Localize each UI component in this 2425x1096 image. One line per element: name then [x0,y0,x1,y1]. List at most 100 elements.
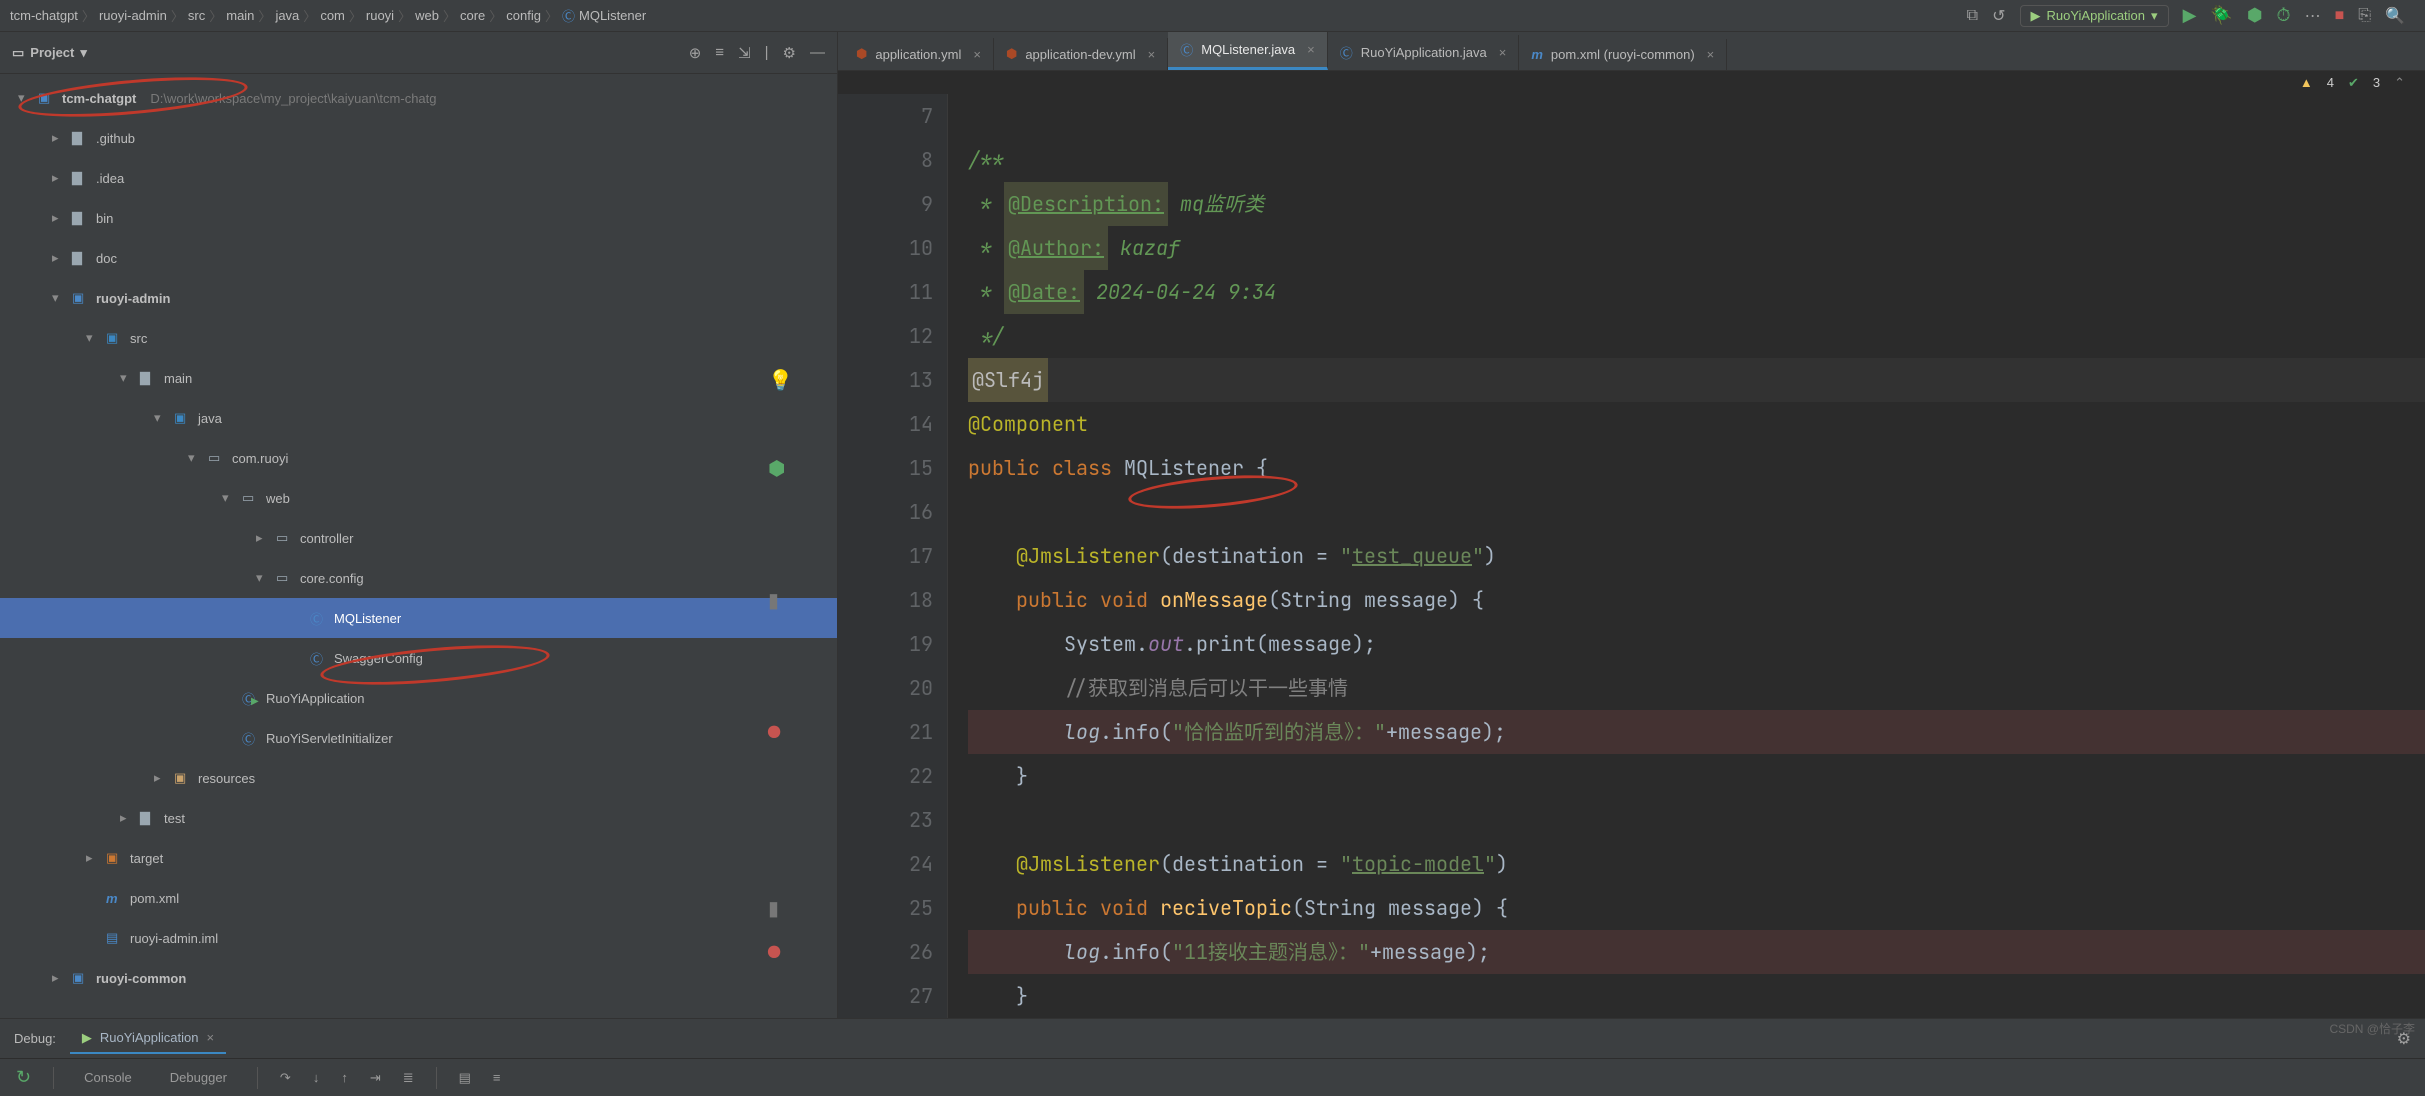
more-icon[interactable]: ≡ [493,1070,501,1085]
tree-item-web[interactable]: ▾▭web [0,478,837,518]
tree-item-mqlistener[interactable]: ⒸMQListener [0,598,837,638]
close-icon[interactable]: × [1499,45,1507,60]
tree-item-target[interactable]: ▸▣target [0,838,837,878]
gutter-line[interactable]: 10 [838,226,933,270]
gutter-line[interactable]: 💡13 [838,358,933,402]
run-config-dropdown[interactable]: ▶ RuoYiApplication ▾ [2020,5,2169,27]
tree-item-test[interactable]: ▸▇test [0,798,837,838]
project-tree[interactable]: ▾▣tcm-chatgptD:\work\workspace\my_projec… [0,74,837,1018]
tree-item-main[interactable]: ▾▇main [0,358,837,398]
chevron-down-icon[interactable]: ▾ [80,45,87,61]
gutter-line[interactable]: 9 [838,182,933,226]
expand-all-icon[interactable]: ≡ [715,44,724,61]
tree-item-swaggerconfig[interactable]: ⒸSwaggerConfig [0,638,837,678]
more-inspections-icon[interactable]: ⌃ [2394,75,2405,91]
breadcrumb-item[interactable]: src [188,8,205,23]
attach-icon[interactable]: ⋯ [2305,6,2321,26]
code-line[interactable]: System.out.print(message); [968,622,2425,666]
layout-icon[interactable]: ▤ [459,1070,471,1086]
profile-icon[interactable]: ⏱ [2277,5,2291,26]
gutter-line[interactable]: 19 [838,622,933,666]
gutter-line[interactable]: 8 [838,138,933,182]
tree-item-java[interactable]: ▾▣java [0,398,837,438]
gutter-line[interactable]: 12 [838,314,933,358]
gutter[interactable]: 789101112💡1314⬢1516171819202122232425262… [838,94,948,1018]
breadcrumbs[interactable]: tcm-chatgpt〉ruoyi-admin〉src〉main〉java〉co… [10,6,646,25]
breadcrumb-item[interactable]: MQListener [579,8,646,23]
editor-tab-application-dev-yml[interactable]: ⬢application-dev.yml× [994,38,1168,70]
editor-tab-ruoyiapplication-java[interactable]: ⒸRuoYiApplication.java× [1328,35,1520,70]
close-icon[interactable]: × [206,1030,214,1045]
code-line[interactable] [968,798,2425,842]
code-line[interactable]: public void onMessage(String message) { [968,578,2425,622]
tree-item-ruoyiapplication[interactable]: Ⓒ▶RuoYiApplication [0,678,837,718]
collapse-all-icon[interactable]: ⇲ [738,44,751,62]
breadcrumb-item[interactable]: main [226,8,254,23]
tree-root[interactable]: ▾▣tcm-chatgptD:\work\workspace\my_projec… [0,78,837,118]
tree-item-controller[interactable]: ▸▭controller [0,518,837,558]
gutter-line[interactable]: 25 [838,886,933,930]
code-line[interactable]: @Component [968,402,2425,446]
step-out-icon[interactable]: ↑ [341,1070,348,1085]
breadcrumb-item[interactable]: com [320,8,345,23]
gutter-line[interactable]: 27 [838,974,933,1018]
project-title[interactable]: Project [30,45,74,60]
code-line[interactable]: public class MQListener { [968,446,2425,490]
close-icon[interactable]: × [973,47,981,62]
gutter-line[interactable]: 24 [838,842,933,886]
gutter-line[interactable]: 14 [838,402,933,446]
code-line[interactable] [968,490,2425,534]
run-to-cursor-icon[interactable]: ⇥ [370,1070,381,1086]
add-config-icon[interactable]: ⧉ [1967,7,1978,25]
code-line[interactable]: } [968,754,2425,798]
breadcrumb-item[interactable]: core [460,8,485,23]
code-content[interactable]: /** * @Description: mq监听类 * @Author: kaz… [948,94,2425,1018]
inspection-widget[interactable]: ▲ 4 ✔ 3 ⌃ [838,71,2425,94]
code-line[interactable] [968,94,2425,138]
gutter-line[interactable]: 26 [838,930,933,974]
editor-tab-application-yml[interactable]: ⬢application.yml× [844,38,994,70]
vcs-icon[interactable]: ⎘ [2358,7,2371,25]
breadcrumb-item[interactable]: config [506,8,541,23]
code-line[interactable]: @Slf4j [968,358,2425,402]
breadcrumb-item[interactable]: tcm-chatgpt [10,8,78,23]
editor-tab-mqlistener-java[interactable]: ⒸMQListener.java× [1168,32,1328,70]
tree-item-ruoyi-admin[interactable]: ▾▣ruoyi-admin [0,278,837,318]
gutter-line[interactable]: 11 [838,270,933,314]
code-line[interactable]: } [968,974,2425,1018]
gutter-line[interactable]: 22 [838,754,933,798]
tree-item-core-config[interactable]: ▾▭core.config [0,558,837,598]
breadcrumb-item[interactable]: ruoyi-admin [99,8,167,23]
tree-item-src[interactable]: ▾▣src [0,318,837,358]
gutter-line[interactable]: 21 [838,710,933,754]
step-over-icon[interactable]: ↷ [280,1070,291,1086]
code-line[interactable]: @JmsListener(destination = "test_queue") [968,534,2425,578]
code-line[interactable]: /** [968,138,2425,182]
tree-item-ruoyiservletinitializer[interactable]: ⒸRuoYiServletInitializer [0,718,837,758]
tree-item-com-ruoyi[interactable]: ▾▭com.ruoyi [0,438,837,478]
breadcrumb-item[interactable]: java [275,8,299,23]
coverage-icon[interactable]: ⬢ [2247,5,2263,26]
tree-item-resources[interactable]: ▸▣resources [0,758,837,798]
gutter-line[interactable]: 18 [838,578,933,622]
gutter-line[interactable]: 16 [838,490,933,534]
tree-item-bin[interactable]: ▸▇bin [0,198,837,238]
project-view-icon[interactable]: ▭ [12,45,24,61]
code-line[interactable]: * @Description: mq监听类 [968,182,2425,226]
debug-icon[interactable]: 🪲 [2210,5,2232,26]
code-line[interactable]: @JmsListener(destination = "topic-model"… [968,842,2425,886]
settings-icon[interactable]: ⚙ [783,44,796,62]
evaluate-icon[interactable]: ≣ [403,1070,414,1086]
gutter-line[interactable]: ⬢15 [838,446,933,490]
stop-icon[interactable]: ■ [2335,7,2345,25]
code-editor[interactable]: 789101112💡1314⬢1516171819202122232425262… [838,94,2425,1018]
code-line[interactable]: //获取到消息后可以干一些事情 [968,666,2425,710]
tab-debugger[interactable]: Debugger [162,1066,235,1089]
code-line[interactable]: log.info("恰恰监听到的消息》："+message); [968,710,2425,754]
code-line[interactable]: public void reciveTopic(String message) … [968,886,2425,930]
tree-item-pom-xml[interactable]: mpom.xml [0,878,837,918]
hide-icon[interactable]: — [810,44,825,61]
code-line[interactable]: * @Date: 2024-04-24 9:34 [968,270,2425,314]
tree-item-ruoyi-common[interactable]: ▸▣ruoyi-common [0,958,837,998]
editor-tab-pom-xml-ruoyi-common-[interactable]: mpom.xml (ruoyi-common)× [1519,39,1727,70]
